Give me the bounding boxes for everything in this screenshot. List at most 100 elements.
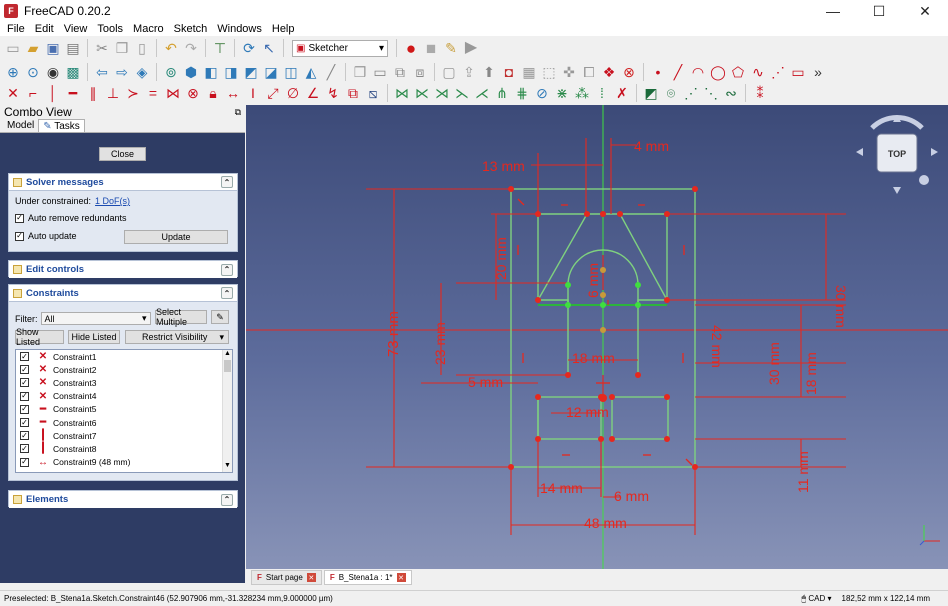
3d-viewport[interactable]: 4 mm 13 mm 20 mm 30 mm 73 mm 23 mm 6 mm … [246,105,948,569]
list-item[interactable]: ✓ ✕ Constraint1 [16,350,232,363]
virtual-space-icon[interactable]: ⁑ [751,84,769,102]
clone-icon[interactable]: ⁂ [573,84,591,102]
checkbox-checked-icon[interactable]: ✓ [20,404,29,414]
update-button[interactable]: Update [124,230,228,244]
list-item[interactable]: ✓ ✕ Constraint2 [16,363,232,376]
auto-remove-redundants-checkbox[interactable]: ✓ Auto remove redundants [15,213,127,223]
constrain-horizontal-icon[interactable]: ━ [64,84,82,102]
symmetry-icon[interactable]: ⋇ [553,84,571,102]
checkbox-checked-icon[interactable]: ✓ [20,418,29,428]
constrain-perpendicular-icon[interactable]: ⊥ [104,84,122,102]
navigation-style[interactable]: 🖱︎ CAD ▾ [801,594,831,604]
constrain-coincident-icon[interactable]: ✕ [4,84,22,102]
constrain-distance-icon[interactable]: ⤢ [264,84,282,102]
tab-model[interactable]: Model [3,119,38,132]
bspline-icon[interactable]: ◩ [642,84,660,102]
list-item[interactable]: ✓ ↔ Constraint9 (48 mm) [16,456,232,469]
back-icon[interactable]: ⇦ [93,63,111,81]
redo-icon[interactable]: ↷ [182,39,200,57]
constraints-header[interactable]: Constraints ⌃ [9,285,237,302]
right-view-icon[interactable]: ◩ [242,63,260,81]
draw-style-icon[interactable]: ◉ [44,63,62,81]
auto-update-checkbox[interactable]: ✓ Auto update [15,231,77,241]
map-sketch-icon[interactable]: ▦ [520,63,538,81]
select-elements-icon[interactable]: ⋕ [513,84,531,102]
front-view-icon[interactable]: ◧ [202,63,220,81]
scroll-up-icon[interactable]: ▲ [223,350,232,360]
view-menu-icon[interactable] [919,175,929,185]
minimize-button[interactable]: — [810,0,856,22]
macro-edit-icon[interactable]: ✎ [442,39,460,57]
constrain-tangent-icon[interactable]: ≻ [124,84,142,102]
edit-controls-header[interactable]: Edit controls ⌃ [9,261,237,278]
zoom-icon[interactable]: ⊚ [162,63,180,81]
checkbox-checked-icon[interactable]: ✓ [20,444,29,454]
list-item[interactable]: ✓ ┃ Constraint8 [16,442,232,455]
save-icon[interactable]: ▣ [44,39,62,57]
select-redundant-icon[interactable]: ⋌ [473,84,491,102]
collapse-icon[interactable]: ⌃ [221,263,233,276]
bspline-degree-icon[interactable]: ⌾ [662,84,680,102]
sync-view-icon[interactable]: ◈ [133,63,151,81]
list-item[interactable]: ✓ ✕ Constraint4 [16,390,232,403]
measure-icon[interactable]: ╱ [322,63,340,81]
tree-view-icon[interactable]: ⊤ [211,39,229,57]
show-hide-internal-icon[interactable]: ⊘ [533,84,551,102]
scroll-down-icon[interactable]: ▼ [223,462,232,472]
collapse-icon[interactable]: ⌃ [221,176,233,188]
delete-geometry-icon[interactable]: ✗ [613,84,631,102]
list-item[interactable]: ✓ ✕ Constraint3 [16,376,232,389]
maximize-button[interactable]: ☐ [856,0,902,22]
rear-view-icon[interactable]: ◪ [262,63,280,81]
settings-wrench-button[interactable]: ✎ [211,310,229,324]
link-actions-icon[interactable]: ⧈ [411,63,429,81]
create-polyline-icon[interactable]: ⋰ [769,63,787,81]
select-constraints-icon[interactable]: ⋈ [393,84,411,102]
constrain-block-icon[interactable]: ⊗ [184,84,202,102]
tab-document[interactable]: F B_Stena1a : 1* ✕ [323,570,412,585]
merge-sketches-icon[interactable]: ⧠ [580,63,598,81]
nav-arrow-right-icon[interactable] [931,148,938,156]
bounding-box-icon[interactable]: ▩ [64,63,82,81]
fit-all-icon[interactable]: ⊕ [4,63,22,81]
left-view-icon[interactable]: ◭ [302,63,320,81]
rectangular-array-icon[interactable]: ⁞ [593,84,611,102]
bspline-weights-icon[interactable]: ⋱ [702,84,720,102]
scrollbar-thumb[interactable] [224,360,231,372]
mirror-sketch-icon[interactable]: ❖ [600,63,618,81]
validate-sketch-icon[interactable]: ✜ [560,63,578,81]
fit-selection-icon[interactable]: ⊙ [24,63,42,81]
menu-view[interactable]: View [59,23,93,35]
close-tab-icon[interactable]: ✕ [396,573,406,582]
solver-messages-header[interactable]: Solver messages ⌃ [9,174,237,191]
list-item[interactable]: ✓ ━ Constraint5 [16,403,232,416]
leave-sketch-icon[interactable]: ⇪ [460,63,478,81]
hide-listed-button[interactable]: Hide Listed [68,330,120,344]
print-icon[interactable]: ▤ [64,39,82,57]
create-point-icon[interactable]: • [649,63,667,81]
menu-file[interactable]: File [2,23,30,35]
menu-help[interactable]: Help [267,23,300,35]
select-conflicting-icon[interactable]: ⋔ [493,84,511,102]
navigation-cube[interactable]: TOP [852,110,942,200]
menu-macro[interactable]: Macro [128,23,169,35]
float-panel-icon[interactable]: ⧉ [235,107,241,118]
nav-arrow-left-icon[interactable] [856,148,863,156]
menu-windows[interactable]: Windows [212,23,267,35]
constrain-vertical-distance-icon[interactable]: Ι [244,84,262,102]
new-file-icon[interactable]: ▭ [4,39,22,57]
bspline-knots-icon[interactable]: ⋰ [682,84,700,102]
isometric-view-icon[interactable]: ⬢ [182,63,200,81]
forward-icon[interactable]: ⇨ [113,63,131,81]
checkbox-checked-icon[interactable]: ✓ [20,431,29,441]
whats-this-icon[interactable]: ↖ [260,39,278,57]
elements-header[interactable]: Elements ⌃ [9,491,237,508]
bspline-insert-knot-icon[interactable]: ∾ [722,84,740,102]
close-button[interactable]: Close [99,147,146,161]
checkbox-checked-icon[interactable]: ✓ [20,378,29,388]
create-bspline-icon[interactable]: ∿ [749,63,767,81]
toggle-driving-icon[interactable]: ⧉ [344,84,362,102]
undo-icon[interactable]: ↶ [162,39,180,57]
dof-link[interactable]: 1 DoF(s) [95,196,130,206]
create-line-icon[interactable]: ╱ [669,63,687,81]
